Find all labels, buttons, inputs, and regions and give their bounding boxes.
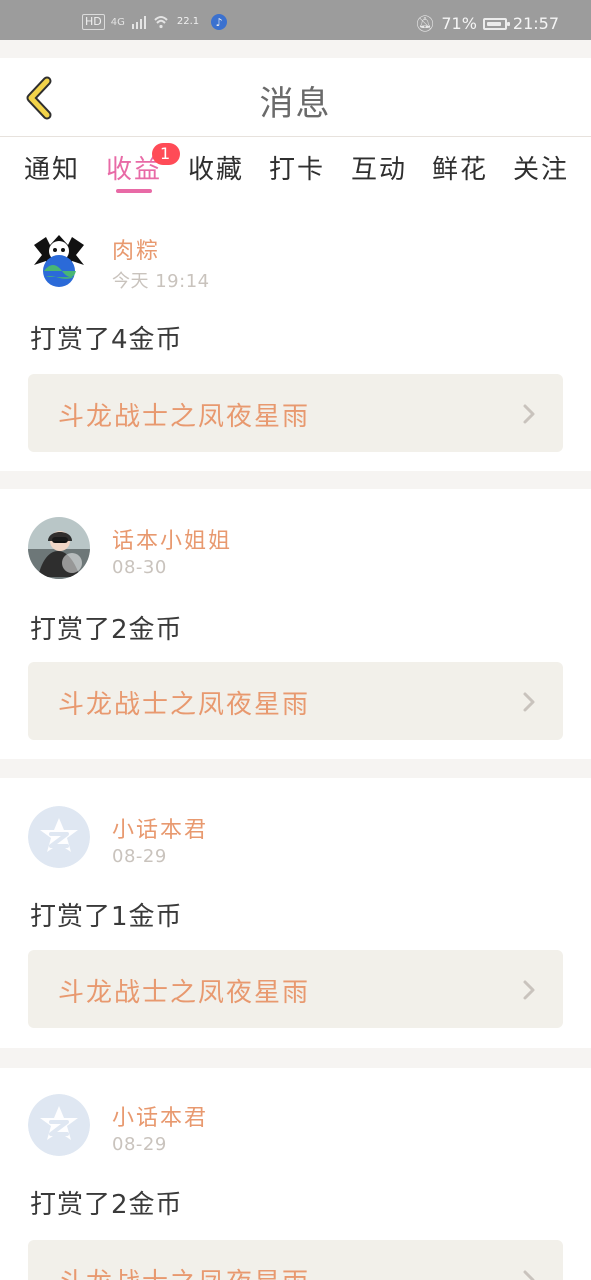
top-bar: 消息 xyxy=(0,58,591,137)
book-title: 斗龙战士之凤夜星雨 xyxy=(58,402,311,432)
chevron-right-icon xyxy=(523,404,535,424)
tab-label: 通知 xyxy=(24,155,81,185)
username[interactable]: 小话本君 xyxy=(112,1100,208,1132)
avatar-image xyxy=(28,517,90,579)
battery-icon xyxy=(482,17,510,30)
message-tabs: 通知 收益 1 收藏 打卡 互动 鲜花 关注 xyxy=(0,137,591,199)
book-title: 斗龙战士之凤夜星雨 xyxy=(58,1262,310,1280)
tab-label: 鲜花 xyxy=(432,155,489,185)
tab-follow[interactable]: 关注 xyxy=(513,149,569,186)
earning-item: 肉粽 今天 19:14 打赏了4金币 斗龙战士之凤夜星雨 xyxy=(0,199,591,471)
tab-interactions[interactable]: 互动 xyxy=(351,149,407,186)
timestamp: 今天 19:14 xyxy=(112,271,210,292)
book-card[interactable]: 斗龙战士之凤夜星雨 xyxy=(28,662,563,740)
tab-label: 关注 xyxy=(513,155,570,185)
tab-earnings[interactable]: 收益 1 xyxy=(106,143,181,193)
hd-indicator: HD xyxy=(82,14,105,30)
tip-message: 打赏了1金币 xyxy=(30,902,183,932)
username[interactable]: 话本小姐姐 xyxy=(112,523,232,555)
cell-signal-icon xyxy=(131,14,147,30)
chevron-right-icon xyxy=(523,692,535,712)
timestamp: 08-30 xyxy=(112,557,167,578)
book-card[interactable]: 斗龙战士之凤夜星雨 xyxy=(28,374,563,452)
avatar-image xyxy=(28,806,90,868)
earning-item: 话本小姐姐 08-30 打赏了2金币 斗龙战士之凤夜星雨 xyxy=(0,489,591,759)
battery-percent: 71% xyxy=(441,14,477,33)
book-card[interactable]: 斗龙战士之凤夜星雨 xyxy=(28,950,563,1028)
avatar-image xyxy=(28,1094,90,1156)
status-left: HD 4G 22.1 ♪ xyxy=(82,14,228,30)
tab-favorites[interactable]: 收藏 xyxy=(188,149,244,186)
network-speed-value: 22.1 xyxy=(176,16,200,27)
book-title: 斗龙战士之凤夜星雨 xyxy=(58,978,311,1008)
default-star-avatar[interactable] xyxy=(28,1094,90,1156)
tab-label: 收藏 xyxy=(188,155,245,185)
network-label: 4G xyxy=(110,16,125,28)
tab-badge: 1 xyxy=(152,143,181,165)
tip-message: 打赏了2金币 xyxy=(30,615,183,645)
clock: 21:57 xyxy=(512,14,559,33)
avatar-image xyxy=(28,227,90,289)
timestamp: 08-29 xyxy=(112,846,167,867)
tab-checkin[interactable]: 打卡 xyxy=(269,149,325,186)
earnings-feed: 肉粽 今天 19:14 打赏了4金币 斗龙战士之凤夜星雨 话本小姐姐 08-30… xyxy=(0,199,591,1280)
earth-skull-avatar[interactable] xyxy=(28,227,90,289)
earning-item: 小话本君 08-29 打赏了1金币 斗龙战士之凤夜星雨 xyxy=(0,778,591,1048)
tab-label: 互动 xyxy=(351,155,408,185)
book-card[interactable]: 斗龙战士之凤夜星雨 xyxy=(28,1240,563,1280)
tab-notifications[interactable]: 通知 xyxy=(24,149,80,186)
tab-label: 打卡 xyxy=(269,155,326,185)
earning-item: 小话本君 08-29 打赏了2金币 斗龙战士之凤夜星雨 xyxy=(0,1068,591,1280)
tab-flowers[interactable]: 鲜花 xyxy=(432,149,488,186)
photo-avatar[interactable] xyxy=(28,517,90,579)
timestamp: 08-29 xyxy=(112,1134,167,1155)
username[interactable]: 肉粽 xyxy=(112,233,160,265)
tip-message: 打赏了4金币 xyxy=(30,325,183,355)
battery-fill xyxy=(486,21,501,26)
status-bar: HD 4G 22.1 ♪ 🔕︎ 71% 21:57 xyxy=(0,0,591,40)
chevron-right-icon xyxy=(523,980,535,1000)
username[interactable]: 小话本君 xyxy=(112,812,208,844)
tip-message: 打赏了2金币 xyxy=(30,1190,183,1220)
chevron-right-icon xyxy=(523,1270,535,1280)
book-title: 斗龙战士之凤夜星雨 xyxy=(58,690,311,720)
active-tab-indicator xyxy=(116,189,152,193)
default-star-avatar[interactable] xyxy=(28,806,90,868)
network-speed: 22.1 xyxy=(177,17,199,27)
wifi-icon xyxy=(153,14,169,30)
music-app-icon: ♪ xyxy=(211,14,228,30)
page-title: 消息 xyxy=(259,84,332,124)
silent-bell-icon: 🔕︎ xyxy=(415,14,436,33)
status-right: 🔕︎ 71% 21:57 xyxy=(415,14,559,33)
